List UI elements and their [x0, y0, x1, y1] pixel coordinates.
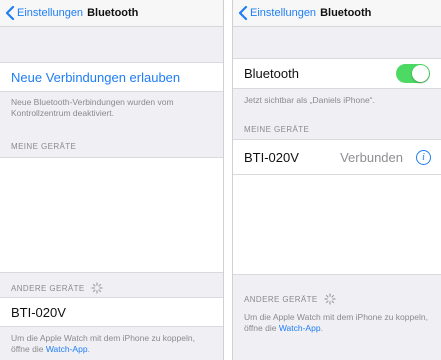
back-label: Einstellungen — [250, 7, 317, 19]
loading-spinner-icon — [91, 282, 103, 294]
watch-footer-end: . — [87, 344, 90, 354]
back-button[interactable]: Einstellungen — [5, 6, 83, 20]
my-devices-list — [0, 157, 223, 273]
bluetooth-toggle[interactable] — [396, 64, 430, 83]
page-title: Bluetooth — [320, 7, 372, 19]
watch-app-link[interactable]: Watch-App — [46, 344, 88, 354]
allow-new-connections-button[interactable]: Neue Verbindungen erlauben — [0, 62, 223, 92]
watch-footer-text: Um die Apple Watch mit dem iPhone zu kop… — [11, 333, 195, 354]
my-devices-header-label: MEINE GERÄTE — [11, 142, 77, 151]
other-devices-header: ANDERE GERÄTE — [11, 282, 103, 294]
left-screen: Einstellungen Bluetooth Neue Verbindunge… — [0, 0, 224, 360]
my-device-row[interactable]: BTI-020V Verbunden i — [233, 139, 441, 175]
right-screen: Einstellungen Bluetooth Bluetooth Jetzt … — [232, 0, 441, 360]
other-devices-header-label: ANDERE GERÄTE — [244, 294, 318, 304]
back-button[interactable]: Einstellungen — [238, 6, 316, 20]
loading-spinner-icon — [324, 293, 336, 305]
other-device-row[interactable]: BTI-020V — [0, 297, 223, 327]
device-name: BTI-020V — [11, 304, 66, 320]
new-connections-footer: Neue Bluetooth-Verbindungen wurden vom K… — [11, 97, 174, 118]
visible-as-text: Jetzt sichtbar als „Daniels iPhone“. — [244, 95, 375, 105]
watch-footer-end: . — [320, 323, 323, 333]
back-label: Einstellungen — [17, 7, 84, 19]
device-name: BTI-020V — [244, 149, 299, 165]
bluetooth-row: Bluetooth — [233, 58, 441, 89]
watch-app-link[interactable]: Watch-App — [279, 323, 321, 333]
nav-bar: Einstellungen Bluetooth — [233, 0, 441, 27]
watch-footer: Um die Apple Watch mit dem iPhone zu kop… — [244, 312, 431, 334]
other-devices-header: ANDERE GERÄTE — [244, 293, 336, 305]
allow-new-connections-label: Neue Verbindungen erlauben — [11, 69, 181, 85]
nav-bar: Einstellungen Bluetooth — [0, 0, 223, 27]
watch-footer-text: Um die Apple Watch mit dem iPhone zu kop… — [244, 312, 428, 333]
connection-status: Verbunden — [340, 149, 403, 165]
other-devices-header-label: ANDERE GERÄTE — [11, 283, 85, 293]
chevron-left-icon — [238, 6, 248, 20]
my-devices-header: MEINE GERÄTE — [11, 142, 76, 151]
chevron-left-icon — [5, 6, 15, 20]
my-devices-header-label: MEINE GERÄTE — [244, 125, 310, 134]
info-icon[interactable]: i — [416, 149, 431, 165]
watch-footer: Um die Apple Watch mit dem iPhone zu kop… — [11, 333, 213, 355]
my-devices-list-filler — [233, 175, 441, 275]
my-devices-header: MEINE GERÄTE — [244, 125, 309, 134]
page-title: Bluetooth — [87, 7, 139, 19]
toggle-knob — [412, 65, 429, 82]
bluetooth-label: Bluetooth — [244, 66, 299, 81]
